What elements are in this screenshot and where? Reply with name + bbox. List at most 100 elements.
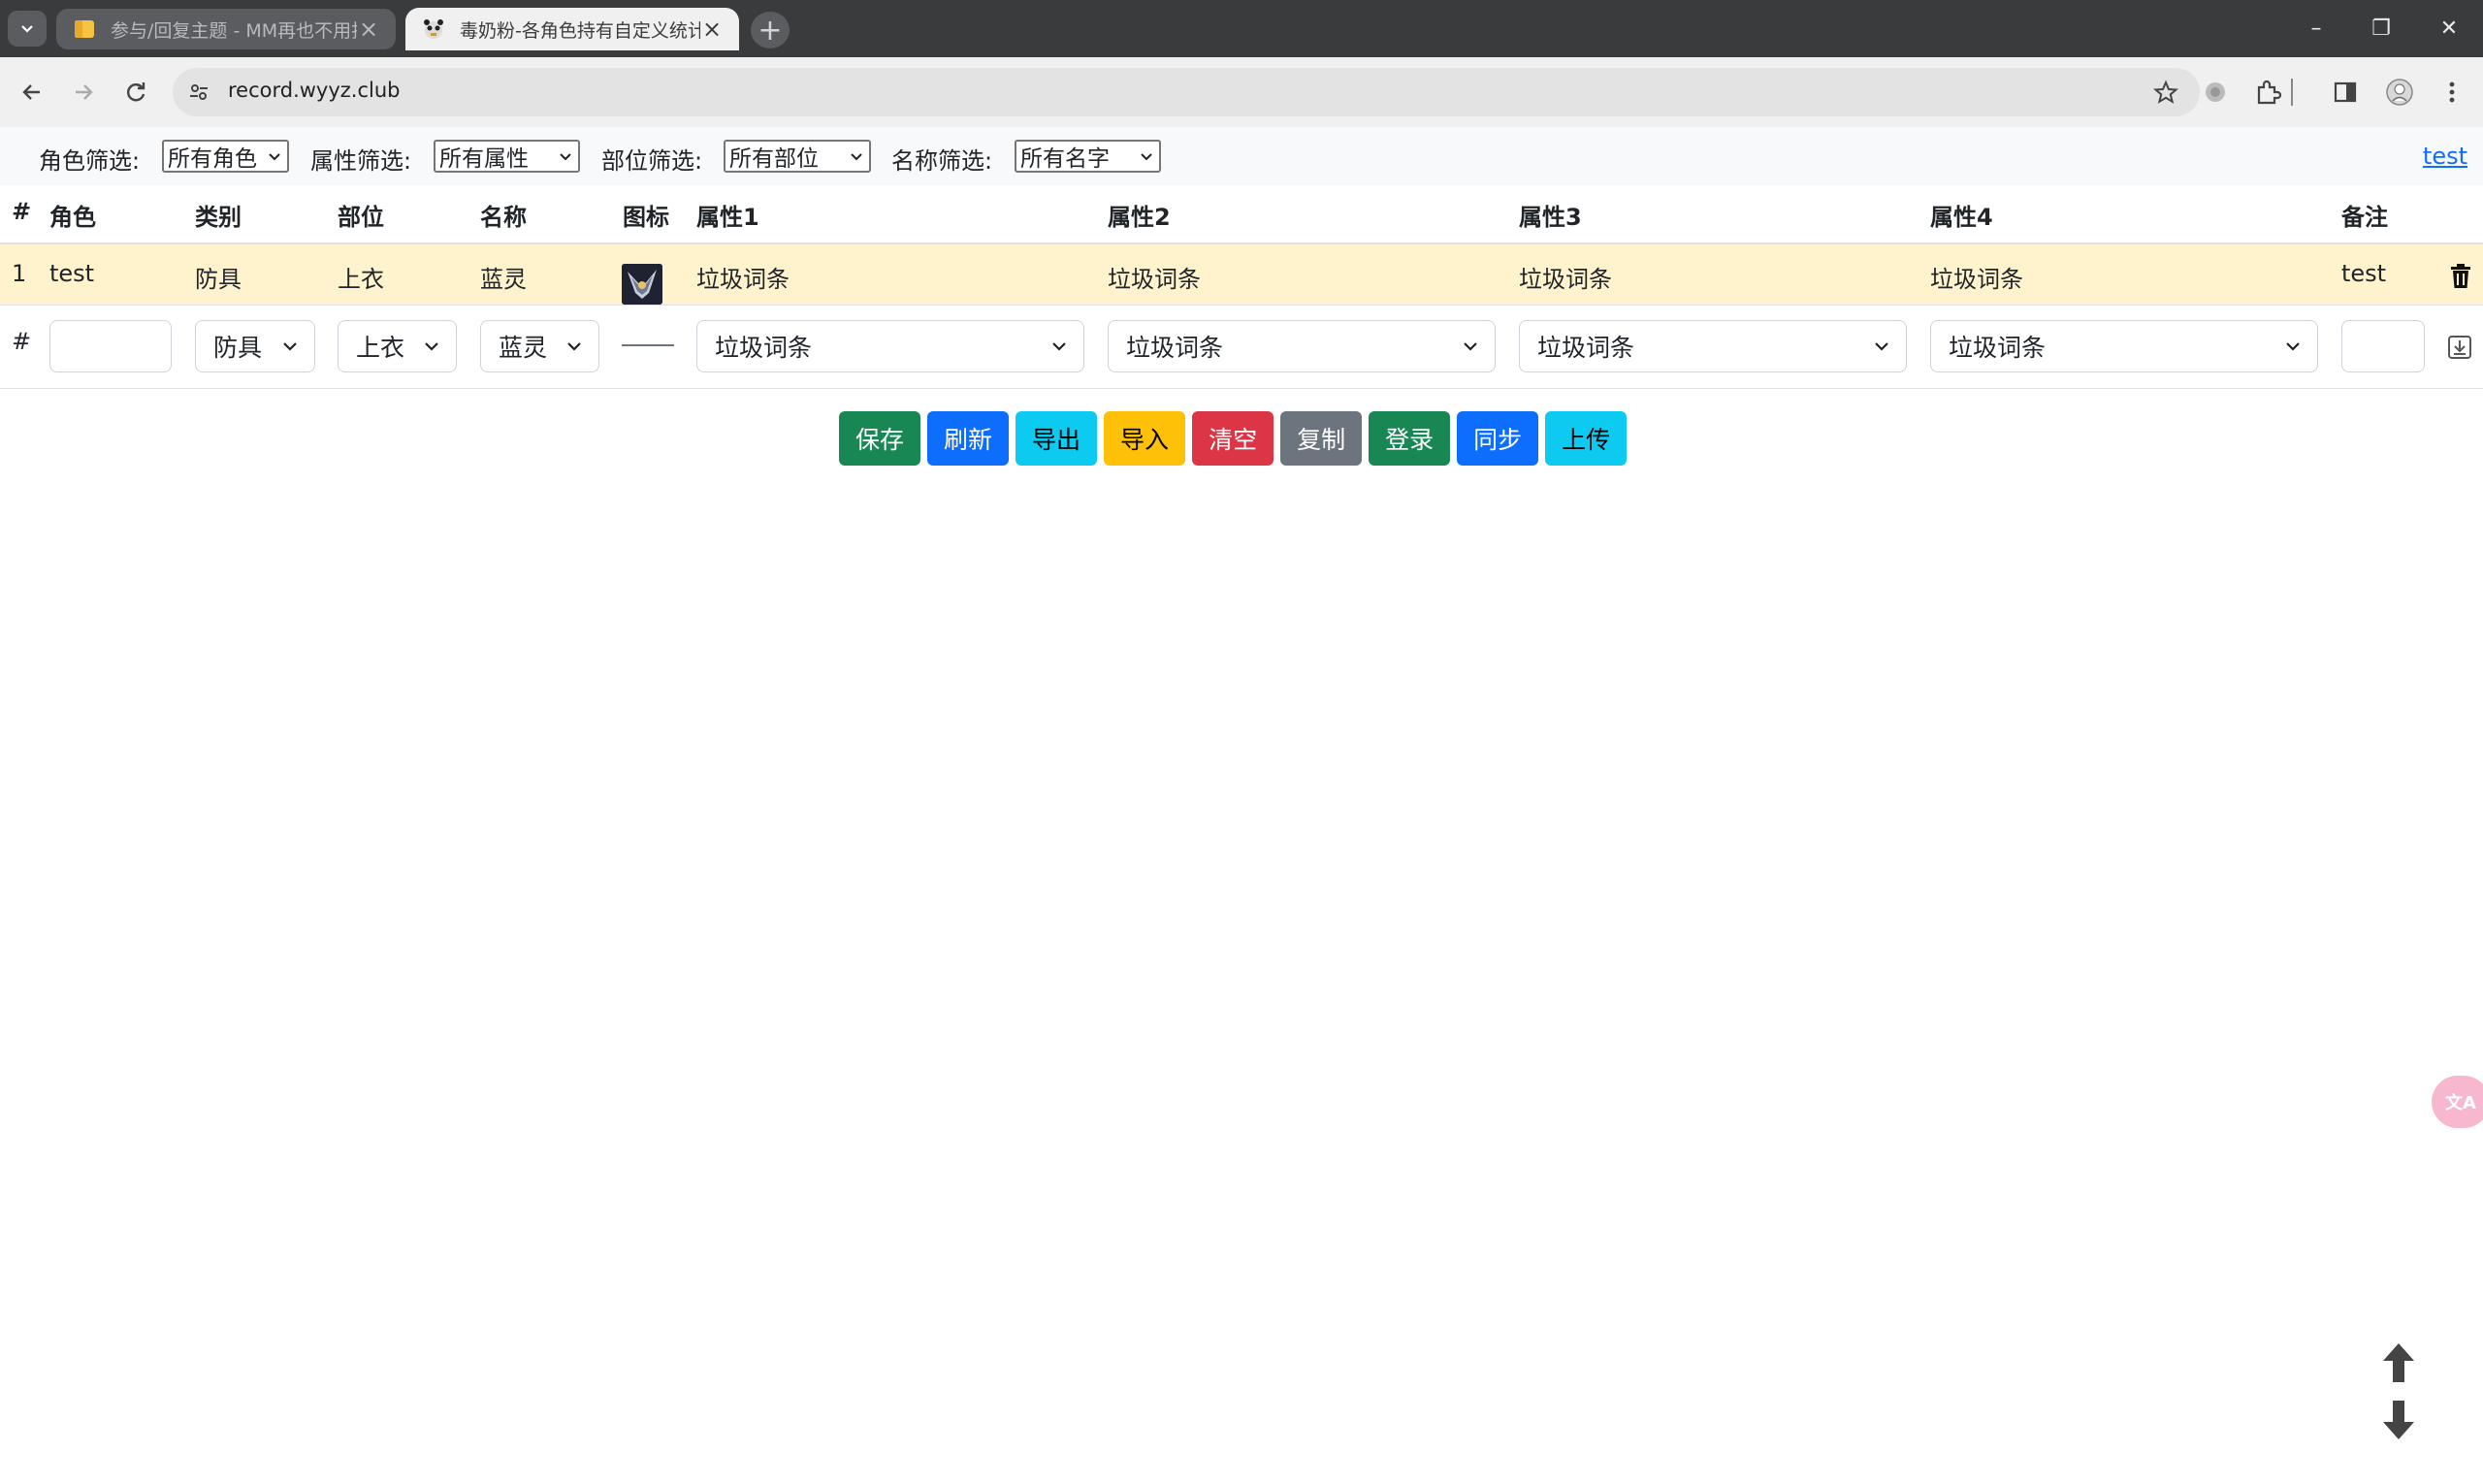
chevron-down-icon [425, 342, 438, 351]
name-select[interactable]: 蓝灵 [480, 320, 599, 372]
page-content: 角色筛选: 所有角色 属性筛选: 所有属性 部位筛选: 所有部位 名称筛选: 所… [0, 127, 2483, 1484]
role-filter-select[interactable]: 所有角色 [162, 140, 289, 173]
attr-filter-value: 所有属性 [439, 146, 529, 172]
filter-bar: 角色筛选: 所有角色 属性筛选: 所有属性 部位筛选: 所有部位 名称筛选: 所… [0, 127, 2483, 185]
name-select-value: 蓝灵 [499, 334, 548, 362]
role-filter-label: 角色筛选: [39, 147, 141, 175]
close-icon[interactable]: × [700, 16, 724, 43]
cell-slot: 上衣 [338, 266, 384, 293]
name-filter-select[interactable]: 所有名字 [1015, 140, 1161, 173]
export-button[interactable]: 导出 [1016, 411, 1098, 466]
col-header-attr1: 属性1 [696, 204, 759, 231]
chevron-down-icon [851, 153, 862, 161]
arrow-up-icon[interactable] [2381, 1341, 2416, 1384]
save-button[interactable]: 保存 [839, 411, 921, 466]
slot-filter-label: 部位筛选: [601, 147, 703, 175]
reload-icon [127, 82, 145, 102]
reload-button[interactable] [114, 71, 157, 113]
extensions-puzzle-icon[interactable] [2250, 75, 2285, 110]
col-header-attr3: 属性3 [1519, 204, 1582, 231]
site-info-icon[interactable] [186, 80, 211, 105]
tab-title: 参与/回复主题 - MM再也不用担 [111, 19, 357, 42]
new-entry-row: # 防具 上衣 蓝灵 垃圾词条 垃圾词条 垃圾词条 垃圾词条 [0, 305, 2483, 389]
slot-select-value: 上衣 [356, 334, 405, 362]
cell-name: 蓝灵 [480, 266, 527, 293]
arrow-right-icon [76, 84, 93, 100]
extension-circle-icon[interactable] [2198, 75, 2233, 110]
col-header-category: 类别 [195, 204, 242, 231]
side-panel-icon[interactable] [2328, 75, 2363, 110]
copy-button[interactable]: 复制 [1280, 411, 1363, 466]
table-row[interactable]: 1 test 防具 上衣 蓝灵 垃圾词条 垃圾词条 垃圾词条 垃圾词条 test [0, 244, 2483, 306]
attr-filter-select[interactable]: 所有属性 [434, 140, 580, 173]
col-header-attr2: 属性2 [1108, 204, 1171, 231]
chevron-down-icon [269, 153, 280, 161]
import-button[interactable]: 导入 [1104, 411, 1186, 466]
refresh-button[interactable]: 刷新 [927, 411, 1010, 466]
trash-icon[interactable] [2448, 263, 2473, 290]
cell-note: test [2341, 260, 2387, 287]
chevron-down-icon [21, 24, 33, 33]
cell-attr4: 垃圾词条 [1930, 266, 2023, 293]
role-filter-value: 所有角色 [168, 146, 257, 172]
category-select[interactable]: 防具 [195, 320, 315, 372]
col-header-icon: 图标 [623, 204, 669, 231]
login-button[interactable]: 登录 [1369, 411, 1451, 466]
slot-select[interactable]: 上衣 [338, 320, 457, 372]
attr2-select[interactable]: 垃圾词条 [1108, 320, 1496, 372]
attr4-select[interactable]: 垃圾词条 [1930, 320, 2318, 372]
upload-button[interactable]: 上传 [1545, 411, 1628, 466]
name-filter-value: 所有名字 [1020, 146, 1110, 172]
cell-category: 防具 [195, 266, 242, 293]
address-bar[interactable]: record.wyyz.club [173, 68, 2200, 116]
role-input[interactable] [49, 320, 172, 372]
bookmark-star-icon[interactable] [2151, 78, 2180, 107]
user-link[interactable]: test [2423, 143, 2467, 170]
clear-button[interactable]: 清空 [1192, 411, 1274, 466]
profile-avatar-icon[interactable] [2382, 75, 2417, 110]
category-select-value: 防具 [213, 334, 263, 362]
browser-tab-bar: 参与/回复主题 - MM再也不用担 × 毒奶粉-各角色持有自定义统计 × + –… [0, 0, 2483, 57]
item-icon [622, 264, 662, 305]
attr3-select[interactable]: 垃圾词条 [1519, 320, 1907, 372]
col-header-slot: 部位 [338, 204, 384, 231]
browser-menu-icon[interactable] [2435, 75, 2469, 110]
panda-favicon-icon [421, 16, 446, 42]
arrow-down-icon[interactable] [2381, 1399, 2416, 1441]
forum-favicon-icon [72, 16, 97, 42]
browser-toolbar: record.wyyz.club [0, 57, 2483, 128]
minimize-button[interactable]: – [2287, 10, 2345, 47]
attr-filter-label: 属性筛选: [310, 147, 412, 175]
chevron-down-icon [1052, 342, 1066, 351]
slot-filter-select[interactable]: 所有部位 [724, 140, 871, 173]
restore-button[interactable]: ❐ [2352, 10, 2410, 47]
back-button[interactable] [11, 71, 53, 113]
col-header-index: # [12, 198, 32, 225]
toolbar-divider [2289, 75, 2295, 110]
url-text[interactable]: record.wyyz.club [228, 79, 401, 102]
forward-button[interactable] [62, 71, 105, 113]
attr1-select[interactable]: 垃圾词条 [696, 320, 1084, 372]
translate-button[interactable]: 文A [2432, 1076, 2483, 1128]
cell-attr3: 垃圾词条 [1519, 266, 1612, 293]
sync-button[interactable]: 同步 [1457, 411, 1539, 466]
save-row-icon[interactable] [2446, 334, 2473, 361]
attr2-select-value: 垃圾词条 [1126, 334, 1224, 362]
chevron-down-icon [560, 153, 571, 161]
attr4-select-value: 垃圾词条 [1949, 334, 2047, 362]
tab-active[interactable]: 毒奶粉-各角色持有自定义统计 × [405, 8, 739, 50]
tab-inactive[interactable]: 参与/回复主题 - MM再也不用担 × [56, 9, 396, 49]
slot-filter-value: 所有部位 [729, 146, 819, 172]
chevron-down-icon [567, 342, 581, 351]
window-close-button[interactable]: ✕ [2420, 10, 2478, 47]
name-filter-label: 名称筛选: [891, 147, 993, 175]
chevron-down-icon [283, 342, 297, 351]
translate-icon: 文A [2445, 1093, 2476, 1113]
new-tab-button[interactable]: + [751, 12, 790, 48]
action-buttons: 保存 刷新 导出 导入 清空 复制 登录 同步 上传 [839, 411, 1628, 466]
close-icon[interactable]: × [357, 16, 380, 43]
note-input[interactable] [2341, 320, 2425, 372]
tab-search-button[interactable] [8, 11, 47, 47]
col-header-attr4: 属性4 [1930, 204, 1993, 231]
tab-title: 毒奶粉-各角色持有自定义统计 [460, 19, 700, 42]
